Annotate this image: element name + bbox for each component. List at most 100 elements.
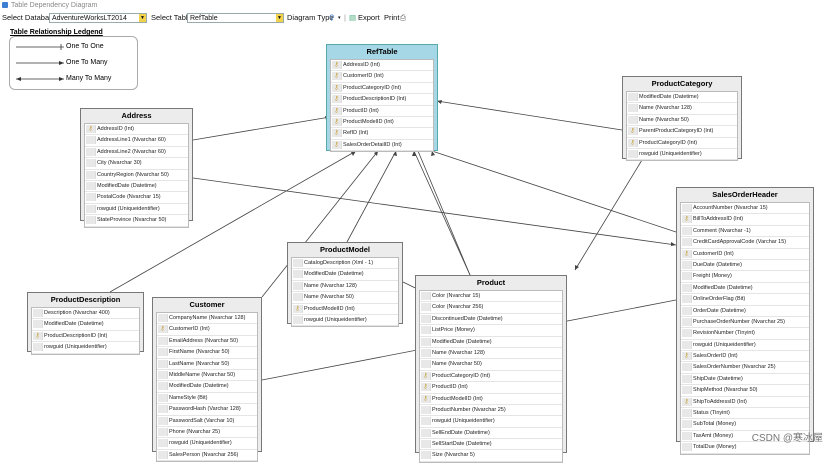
column-row[interactable]: rowguid (Uniqueidentifier) [85, 204, 188, 216]
column-row[interactable]: ModifiedDate (Datetime) [85, 181, 188, 193]
table-productcategory[interactable]: ProductCategory ModifiedDate (Datetime) N… [622, 76, 742, 162]
column-row[interactable]: ⚷ CustomerID (Int) [681, 249, 809, 260]
column-row[interactable]: Status (Tinyint) [681, 408, 809, 420]
column-row[interactable]: ⚷ ProductID (Int) [331, 106, 433, 117]
column-row[interactable]: rowguid (Uniqueidentifier) [292, 315, 398, 327]
row-selector [421, 405, 431, 414]
column-row[interactable]: StateProvince (Nvarchar 50) [85, 215, 188, 227]
column-row[interactable]: SellStartDate (Datetime) [420, 439, 562, 451]
column-row[interactable]: CountryRegion (Nvarchar 50) [85, 170, 188, 181]
column-row[interactable]: ProductNumber (Nvarchar 25) [420, 405, 562, 417]
column-row[interactable]: FirstName (Nvarchar 50) [157, 347, 257, 359]
column-label: rowguid (Uniqueidentifier) [97, 205, 160, 212]
column-row[interactable]: ModifiedDate (Datetime) [292, 269, 398, 281]
column-row[interactable]: PostalCode (Nvarchar 15) [85, 192, 188, 204]
table-productmodel[interactable]: ProductModel CatalogDescription (Xml - 1… [287, 242, 403, 328]
column-row[interactable]: Freight (Money) [681, 271, 809, 283]
relationship-line [574, 159, 643, 271]
table-reftable[interactable]: RefTable ⚷ AddressID (Int) ⚷ CustomerID (In… [326, 44, 438, 153]
column-label: PostalCode (Nvarchar 15) [97, 194, 161, 201]
column-row[interactable]: ⚷ BillToAddressID (Int) [681, 214, 809, 226]
column-row[interactable]: SalesOrderNumber (Nvarchar 25) [681, 362, 809, 374]
column-row[interactable]: Comment (Nvarchar -1) [681, 226, 809, 238]
column-row[interactable]: Color (Nvarchar 15) [420, 291, 562, 303]
column-row[interactable]: PurchaseOrderNumber (Nvarchar 25) [681, 317, 809, 329]
column-row[interactable]: ⚷ ProductModelID (Int) [292, 304, 398, 315]
column-row[interactable]: PasswordHash (Varchar 128) [157, 404, 257, 416]
column-row[interactable]: ⚷ CustomerID (Int) [331, 71, 433, 83]
column-row[interactable]: ModifiedDate (Datetime) [157, 381, 257, 393]
column-row[interactable]: rowguid (Uniqueidentifier) [627, 149, 737, 161]
column-row[interactable]: ⚷ SalesOrderID (Int) [681, 351, 809, 363]
column-label: Phone (Nvarchar 25) [169, 428, 221, 435]
column-row[interactable]: DueDate (Datetime) [681, 260, 809, 272]
column-row[interactable]: Description (Nvarchar 400) [32, 308, 139, 320]
column-row[interactable]: Phone (Nvarchar 25) [157, 427, 257, 439]
column-row[interactable]: LastName (Nvarchar 50) [157, 359, 257, 370]
column-row[interactable]: Color (Nvarchar 256) [420, 302, 562, 314]
column-row[interactable]: ModifiedDate (Datetime) [32, 319, 139, 331]
column-row[interactable]: ⚷ ProductModelID (Int) [331, 117, 433, 129]
column-row[interactable]: ⚷ ProductCategoryID (Int) [331, 83, 433, 95]
column-row[interactable]: Name (Nvarchar 128) [420, 348, 562, 360]
column-row[interactable]: ⚷ ProductDescriptionID (Int) [32, 331, 139, 343]
column-row[interactable]: PasswordSalt (Varchar 10) [157, 416, 257, 427]
table-productdescription[interactable]: ProductDescription Description (Nvarchar… [27, 292, 144, 355]
column-label: DueDate (Datetime) [693, 261, 742, 268]
column-row[interactable]: ⚷ ProductCategoryID (Int) [420, 371, 562, 383]
table-customer[interactable]: Customer CompanyName (Nvarchar 128) ⚷ Cust… [152, 297, 262, 463]
key-icon: ⚷ [158, 325, 168, 334]
table-address[interactable]: Address ⚷ AddressID (Int) AddressLine1 (Nv… [80, 108, 193, 228]
column-row[interactable]: DiscontinuedDate (Datetime) [420, 314, 562, 326]
column-row[interactable]: AddressLine2 (Nvarchar 60) [85, 147, 188, 159]
column-row[interactable]: AccountNumber (Nvarchar 15) [681, 203, 809, 215]
column-row[interactable]: ⚷ CustomerID (Int) [157, 324, 257, 336]
column-row[interactable]: CreditCardApprovalCode (Varchar 15) [681, 237, 809, 249]
column-row[interactable]: SellEndDate (Datetime) [420, 428, 562, 440]
column-row[interactable]: rowguid (Uniqueidentifier) [32, 342, 139, 354]
column-label: LastName (Nvarchar 50) [169, 360, 230, 367]
column-row[interactable]: ⚷ ShipToAddressID (Int) [681, 397, 809, 409]
column-row[interactable]: ModifiedDate (Datetime) [627, 92, 737, 104]
column-list: ⚷ AddressID (Int) AddressLine1 (Nvarchar 6… [84, 123, 189, 228]
column-row[interactable]: EmailAddress (Nvarchar 50) [157, 336, 257, 348]
column-row[interactable]: ModifiedDate (Datetime) [420, 337, 562, 348]
column-row[interactable]: ⚷ ProductID (Int) [420, 382, 562, 394]
column-row[interactable]: ⚷ ProductDescriptionID (Int) [331, 94, 433, 106]
column-row[interactable]: ⚷ ProductModelID (Int) [420, 394, 562, 405]
column-row[interactable]: AddressLine1 (Nvarchar 60) [85, 135, 188, 147]
column-row[interactable]: ModifiedDate (Datetime) [681, 283, 809, 295]
column-row[interactable]: ⚷ RefID (Int) [331, 128, 433, 140]
column-row[interactable]: rowguid (Uniqueidentifier) [681, 340, 809, 352]
column-row[interactable]: Name (Nvarchar 50) [420, 359, 562, 371]
table-title: Address [121, 111, 152, 120]
column-row[interactable]: Name (Nvarchar 128) [627, 103, 737, 115]
column-row[interactable]: ⚷ ParentProductCategoryID (Int) [627, 126, 737, 138]
column-row[interactable]: Size (Nvarchar 5) [420, 450, 562, 462]
column-row[interactable]: SalesPerson (Nvarchar 256) [157, 450, 257, 462]
column-row[interactable]: ⚷ AddressID (Int) [331, 60, 433, 72]
table-salesorderheader[interactable]: SalesOrderHeader AccountNumber (Nvarchar… [676, 187, 814, 455]
column-row[interactable]: ⚷ ProductCategoryID (Int) [627, 138, 737, 149]
column-row[interactable]: Name (Nvarchar 128) [292, 281, 398, 293]
column-row[interactable]: rowguid (Uniqueidentifier) [420, 416, 562, 428]
column-row[interactable]: OnlineOrderFlag (Bit) [681, 294, 809, 306]
column-row[interactable]: NameStyle (Bit) [157, 393, 257, 405]
column-row[interactable]: ⚷ SalesOrderDetailID (Int) [331, 140, 433, 152]
column-row[interactable]: ⚷ AddressID (Int) [85, 124, 188, 136]
column-row[interactable]: Name (Nvarchar 50) [627, 115, 737, 127]
row-selector [682, 226, 692, 235]
column-label: City (Nvarchar 30) [97, 160, 142, 167]
column-row[interactable]: MiddleName (Nvarchar 50) [157, 370, 257, 382]
column-row[interactable]: RevisionNumber (Tinyint) [681, 328, 809, 340]
column-row[interactable]: ShipDate (Datetime) [681, 374, 809, 386]
column-row[interactable]: ListPrice (Money) [420, 325, 562, 337]
table-product[interactable]: Product Color (Nvarchar 15) Color (Nvarch… [415, 275, 567, 463]
column-row[interactable]: CompanyName (Nvarchar 128) [157, 313, 257, 325]
key-icon: ⚷ [682, 249, 692, 258]
column-row[interactable]: CatalogDescription (Xml - 1) [292, 258, 398, 270]
column-row[interactable]: City (Nvarchar 30) [85, 158, 188, 170]
column-row[interactable]: ShipMethod (Nvarchar 50) [681, 385, 809, 397]
column-row[interactable]: OrderDate (Datetime) [681, 306, 809, 317]
column-row[interactable]: Name (Nvarchar 50) [292, 292, 398, 304]
